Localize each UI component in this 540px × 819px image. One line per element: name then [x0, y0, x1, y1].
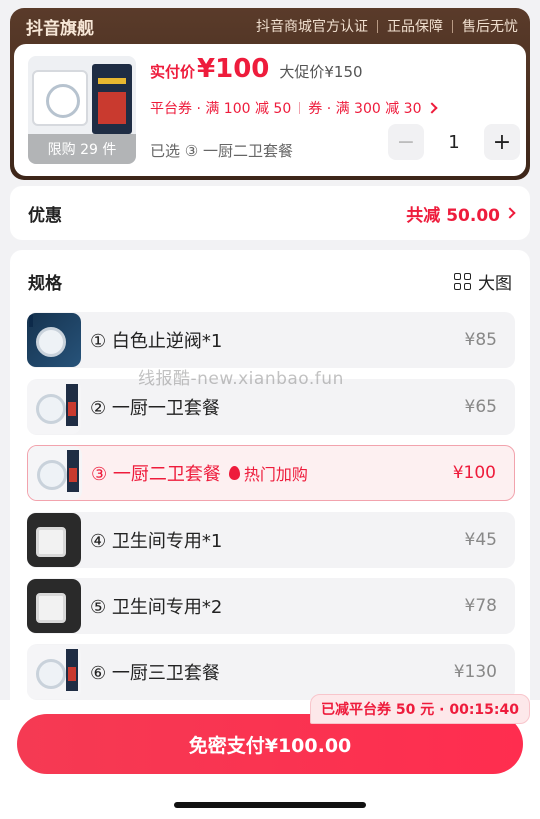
- spec-option-price: ¥45: [464, 530, 497, 550]
- discount-row[interactable]: 优惠 共减 50.00: [10, 186, 530, 240]
- discount-value-wrap: 共减 50.00: [406, 201, 516, 226]
- spec-option-6[interactable]: ⑥ 一厨三卫套餐 ¥130: [27, 644, 515, 700]
- spec-option-label: ① 白色止逆阀*1: [90, 331, 223, 352]
- discount-label: 优惠: [28, 205, 62, 226]
- spec-option-label-wrap: ③ 一厨二卫套餐 热门加购: [82, 460, 453, 486]
- package-image: [66, 649, 78, 691]
- discount-value: 共减 50.00: [406, 205, 500, 226]
- tag-divider: [377, 19, 378, 33]
- store-tag-aftersale: 售后无忧: [462, 19, 518, 35]
- flame-icon: [228, 466, 240, 480]
- store-tag-genuine: 正品保障: [387, 19, 443, 35]
- actual-price-value: ¥100: [197, 54, 270, 84]
- store-name[interactable]: 抖音旗舰: [26, 14, 94, 39]
- coupon-countdown-badge: 已减平台券 50 元 · 00:15:40: [310, 694, 530, 724]
- spec-option-price: ¥85: [464, 330, 497, 350]
- spec-option-thumbnail: [27, 380, 81, 434]
- valve-image: [36, 659, 66, 689]
- coupon-line[interactable]: 平台券 · 满 100 减 50 券 · 满 300 减 30: [150, 98, 438, 118]
- thumb-tag: [29, 315, 33, 327]
- bathroom-valve-image: [36, 593, 66, 623]
- big-image-toggle[interactable]: 大图: [454, 269, 512, 294]
- selected-spec-text: 已选 ③ 一厨二卫套餐: [150, 142, 293, 160]
- store-tags: 抖音商城官方认证 正品保障 售后无忧: [256, 16, 518, 36]
- spec-option-5[interactable]: ⑤ 卫生间专用*2 ¥78: [27, 578, 515, 634]
- product-image-package: [92, 64, 132, 134]
- bathroom-valve-image: [36, 527, 66, 557]
- bottom-bar: 免密支付¥100.00 已减平台券 50 元 · 00:15:40: [0, 694, 540, 819]
- spec-option-label: ⑥ 一厨三卫套餐: [90, 663, 220, 684]
- big-image-label: 大图: [478, 273, 512, 294]
- spec-option-2[interactable]: ② 一厨一卫套餐 ¥65: [27, 379, 515, 435]
- spec-option-price: ¥130: [453, 662, 497, 682]
- store-tag-certified: 抖音商城官方认证: [256, 19, 368, 35]
- shop-coupon: 券 · 满 300 减 30: [308, 101, 422, 117]
- minus-icon[interactable]: −: [388, 124, 424, 160]
- spec-option-3[interactable]: ③ 一厨二卫套餐 热门加购 ¥100: [27, 445, 515, 501]
- spec-option-1[interactable]: ① 白色止逆阀*1 ¥85: [27, 312, 515, 368]
- spec-title: 规格: [28, 273, 62, 294]
- platform-coupon: 平台券 · 满 100 减 50: [150, 101, 292, 117]
- spec-option-label: ② 一厨一卫套餐: [90, 398, 220, 419]
- actual-price-label: 实付价: [150, 63, 196, 81]
- coupon-divider: [299, 102, 301, 114]
- spec-option-thumbnail: [28, 446, 82, 500]
- promo-price: 大促价¥150: [279, 63, 363, 81]
- product-panel: 限购 29 件 实付价 ¥100 大促价¥150 平台券 · 满 100 减 5…: [14, 44, 526, 176]
- store-card: 抖音旗舰 抖音商城官方认证 正品保障 售后无忧 限购 29 件 实付价 ¥100…: [10, 8, 530, 180]
- grid-icon: [454, 272, 471, 290]
- valve-image: [36, 394, 66, 424]
- quantity-value[interactable]: 1: [424, 132, 484, 153]
- home-indicator[interactable]: [174, 802, 366, 808]
- quantity-stepper: − 1 +: [388, 124, 520, 160]
- purchase-limit-label: 限购 29 件: [28, 134, 136, 164]
- product-thumbnail[interactable]: 限购 29 件: [28, 56, 136, 164]
- package-image: [67, 450, 79, 492]
- spec-card: 规格 大图 ① 白色止逆阀*1 ¥85 ② 一厨一卫套餐 ¥65 ③ 一厨二卫套…: [10, 250, 530, 710]
- spec-option-4[interactable]: ④ 卫生间专用*1 ¥45: [27, 512, 515, 568]
- plus-icon[interactable]: +: [484, 124, 520, 160]
- package-image: [66, 384, 78, 426]
- spec-option-label: ③ 一厨二卫套餐: [91, 464, 221, 485]
- chevron-right-icon: [425, 102, 438, 114]
- spec-option-price: ¥78: [464, 596, 497, 616]
- tag-divider: [452, 19, 453, 33]
- spec-option-price: ¥100: [452, 463, 496, 483]
- valve-image: [37, 460, 67, 490]
- chevron-right-icon: [504, 207, 516, 219]
- spec-option-thumbnail: [27, 513, 81, 567]
- valve-image: [36, 327, 66, 357]
- store-header: 抖音旗舰 抖音商城官方认证 正品保障 售后无忧: [10, 8, 530, 44]
- spec-option-label: ④ 卫生间专用*1: [90, 531, 223, 552]
- spec-option-thumbnail: [27, 313, 81, 367]
- spec-option-label: ⑤ 卫生间专用*2: [90, 597, 223, 618]
- price-line: 实付价 ¥100 大促价¥150: [150, 54, 363, 84]
- spec-option-price: ¥65: [464, 397, 497, 417]
- spec-header: 规格 大图: [10, 250, 530, 312]
- product-image-valve: [32, 70, 88, 126]
- spec-option-thumbnail: [27, 579, 81, 633]
- hot-badge: 热门加购: [228, 461, 308, 485]
- spec-option-thumbnail: [27, 645, 81, 699]
- hot-badge-label: 热门加购: [243, 465, 308, 484]
